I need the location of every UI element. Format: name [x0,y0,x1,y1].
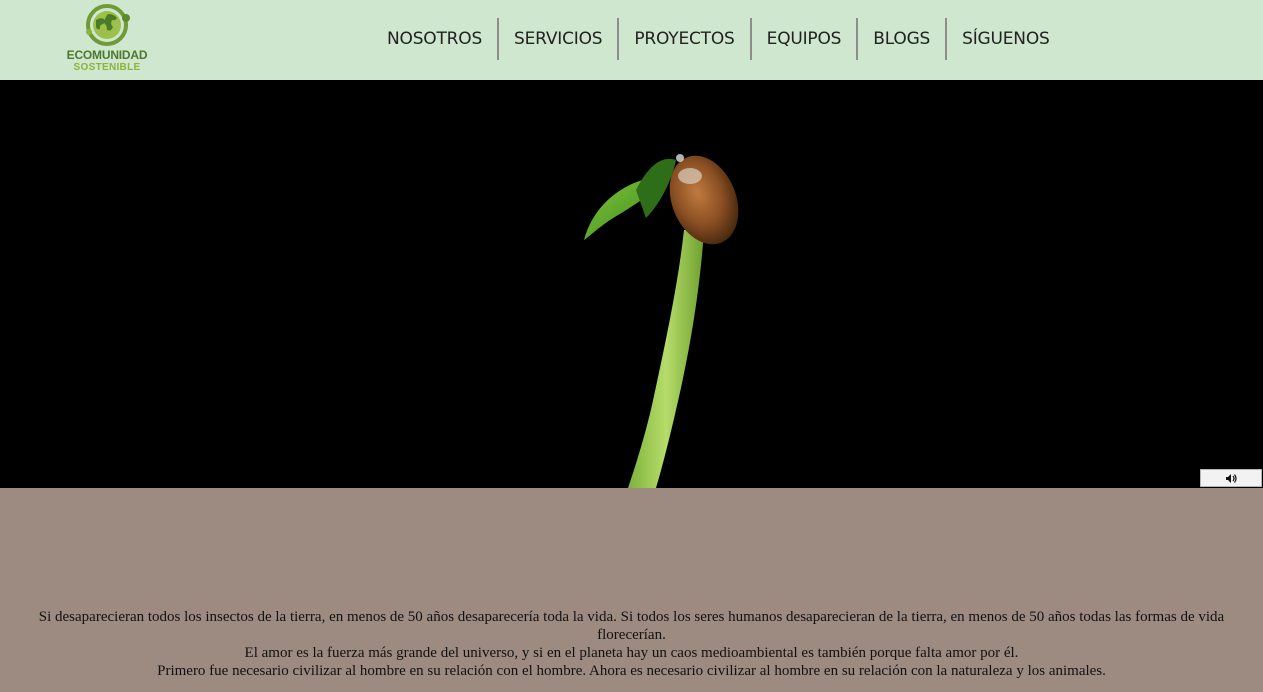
quote-love: El amor es la fuerza más grande del univ… [244,645,1019,661]
nav-item-equipos[interactable]: EQUIPOS [749,18,857,60]
logo-text-primary: ECOMUNIDAD [66,48,148,62]
logo-text-secondary: SOSTENIBLE [73,62,141,73]
quotes-section: Si desaparecieran todos los insectos de … [30,608,1233,680]
quote-insects: Si desaparecieran todos los insectos de … [38,609,1225,643]
volume-button[interactable] [1200,469,1262,487]
seedling-video-frame [0,80,1263,488]
nav-item-siguenos[interactable]: SÍGUENOS [945,18,1064,60]
site-logo[interactable]: ECOMUNIDAD SOSTENIBLE [62,2,152,78]
nav-item-nosotros[interactable]: NOSOTROS [372,18,497,60]
globe-leaf-icon [86,4,130,46]
main-nav: NOSOTROS SERVICIOS PROYECTOS EQUIPOS BLO… [372,18,1065,60]
hero-video[interactable] [0,80,1263,488]
speaker-icon [1226,473,1237,483]
nav-item-proyectos[interactable]: PROYECTOS [617,18,749,60]
quote-civilize: Primero fue necesario civilizar al hombr… [157,663,1106,679]
nav-item-servicios[interactable]: SERVICIOS [497,18,617,60]
site-header: ECOMUNIDAD SOSTENIBLE NOSOTROS SERVICIOS… [0,0,1263,80]
nav-item-blogs[interactable]: BLOGS [856,18,945,60]
